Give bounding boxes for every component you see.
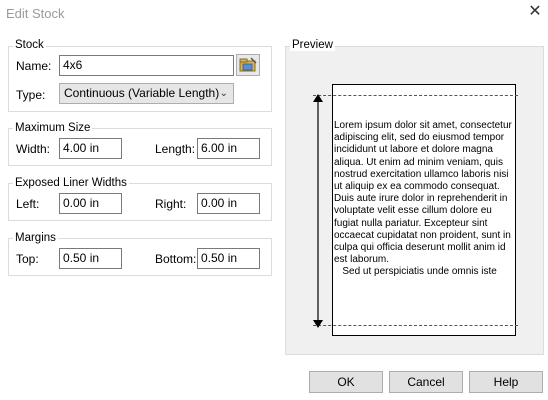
left-field[interactable]: 0.00 in <box>59 193 122 214</box>
stock-library-button[interactable] <box>236 54 260 76</box>
left-label: Left: <box>16 197 40 211</box>
window-title: Edit Stock <box>6 6 65 21</box>
length-arrow-icon <box>313 94 323 328</box>
length-field[interactable]: 6.00 in <box>197 138 260 159</box>
bottom-label: Bottom: <box>155 252 197 266</box>
stock-group-label: Stock <box>13 39 46 51</box>
right-field[interactable]: 0.00 in <box>197 193 260 214</box>
preview-group-label: Preview <box>290 39 335 51</box>
close-icon[interactable]: ✕ <box>526 2 544 22</box>
cancel-button[interactable]: Cancel <box>389 371 463 393</box>
maximum-size-group-label: Maximum Size <box>13 122 93 134</box>
length-label: Length: <box>155 142 196 156</box>
chevron-down-icon: ⌄ <box>219 88 228 99</box>
right-label: Right: <box>155 197 187 211</box>
name-field[interactable]: 4x6 <box>59 55 234 76</box>
type-select-value: Continuous (Variable Length) <box>64 86 220 100</box>
width-field[interactable]: 4.00 in <box>59 138 122 159</box>
liner-widths-group-label: Exposed Liner Widths <box>13 177 129 189</box>
type-select[interactable]: Continuous (Variable Length) ⌄ <box>59 83 234 104</box>
type-label: Type: <box>16 88 46 102</box>
top-field[interactable]: 0.50 in <box>59 248 122 269</box>
preview-text: Lorem ipsum dolor sit amet, consectetur … <box>334 120 512 278</box>
stock-library-icon <box>239 57 257 72</box>
top-margin-line <box>313 95 518 96</box>
name-label: Name: <box>16 59 52 73</box>
ok-button[interactable]: OK <box>309 371 383 393</box>
help-button[interactable]: Help <box>469 371 543 393</box>
bottom-field[interactable]: 0.50 in <box>197 248 260 269</box>
top-label: Top: <box>16 252 39 266</box>
margins-group-label: Margins <box>13 232 58 244</box>
bottom-margin-line <box>313 325 518 326</box>
width-label: Width: <box>16 142 51 156</box>
